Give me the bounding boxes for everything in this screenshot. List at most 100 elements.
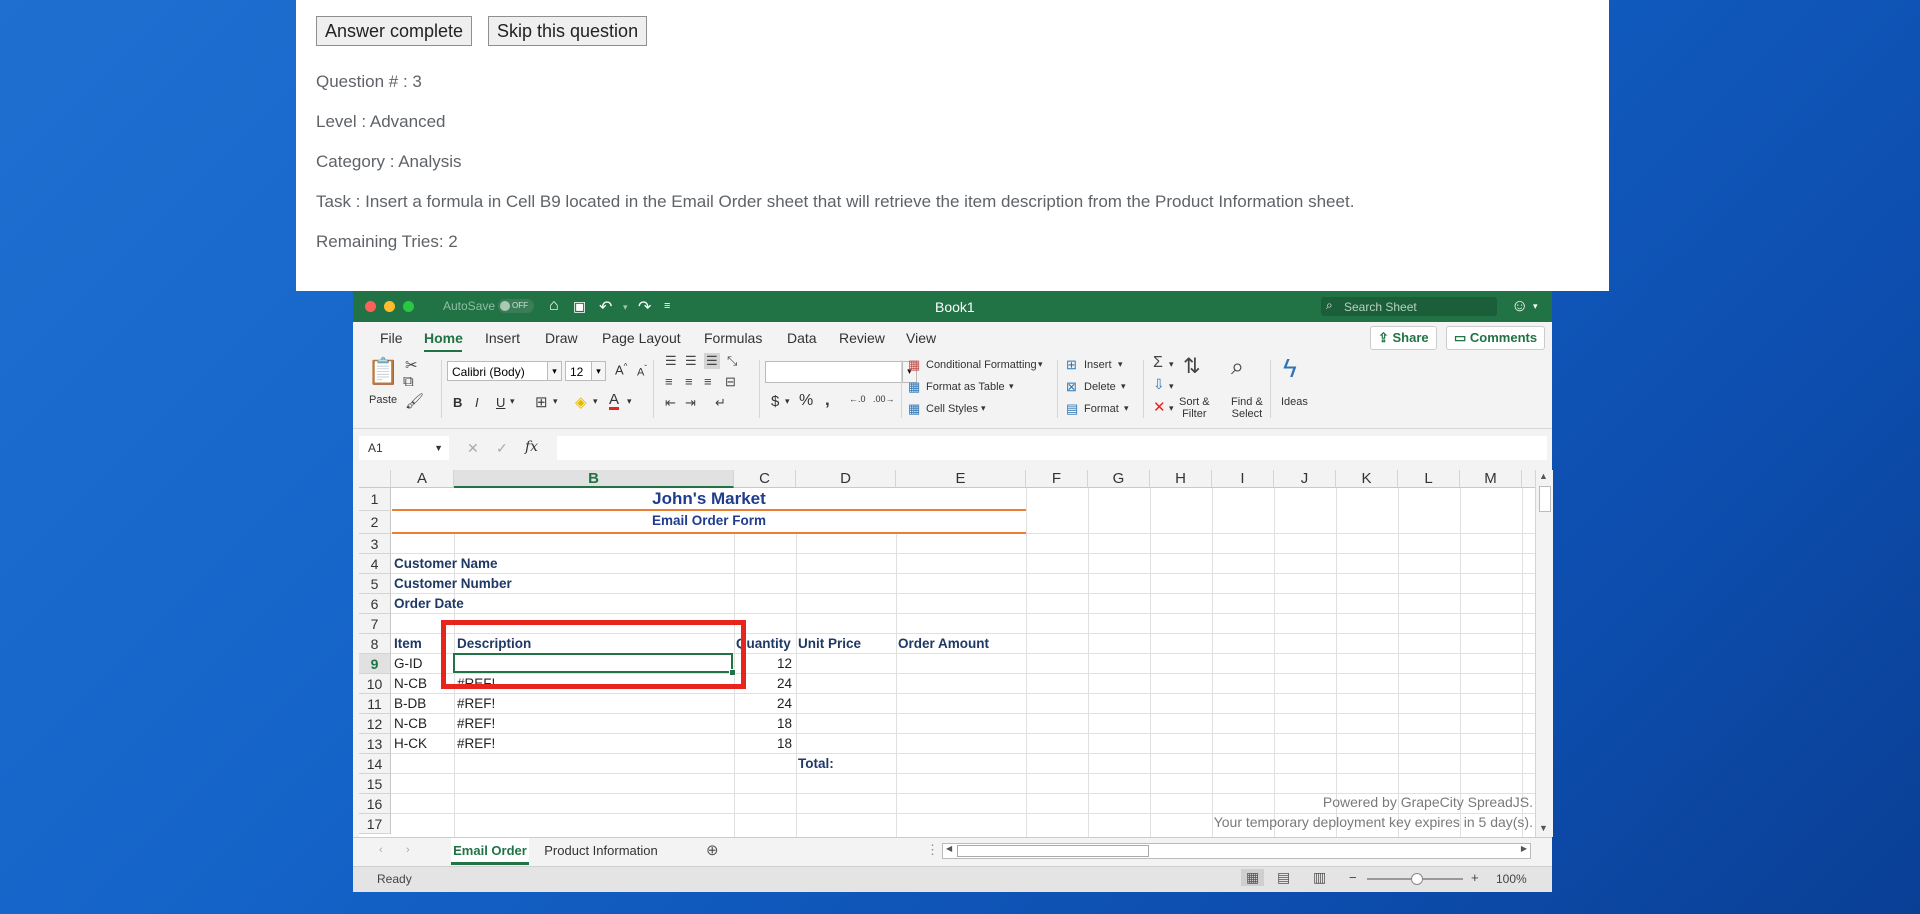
align-top-icon[interactable]: ☰ [665,353,677,369]
italic-button[interactable]: I [475,395,479,410]
borders-dropdown-icon[interactable]: ▾ [553,396,558,407]
column-header-i[interactable]: I [1212,470,1274,488]
row-header-8[interactable]: 8 [359,634,391,654]
select-all-corner[interactable] [359,470,391,488]
column-header-c[interactable]: C [734,470,796,488]
copy-icon[interactable]: ⧉ [403,373,414,390]
share-button[interactable]: ⇪ Share [1370,326,1437,350]
ideas-icon[interactable]: ϟ [1283,353,1297,384]
name-box[interactable]: A1 ▼ [359,436,449,460]
format-cells-icon[interactable]: ▤ [1066,401,1078,417]
cell-styles-icon[interactable]: ▦ [908,401,920,417]
zoom-slider[interactable] [1367,873,1463,885]
decrease-decimal-icon[interactable]: .00→ [873,394,895,404]
column-header-f[interactable]: F [1026,470,1088,488]
chevron-down-icon[interactable]: ▾ [1169,359,1174,370]
cell-c13[interactable]: 18 [736,736,792,751]
cell-styles-button[interactable]: Cell Styles [926,403,978,415]
chevron-down-icon[interactable]: ▾ [1169,381,1174,392]
row-header-10[interactable]: 10 [359,674,391,694]
chevron-down-icon[interactable]: ▾ [1121,381,1126,392]
row-header-11[interactable]: 11 [359,694,391,714]
row-header-14[interactable]: 14 [359,754,391,774]
column-header-l[interactable]: L [1398,470,1460,488]
horizontal-scroll-thumb[interactable] [957,845,1149,857]
number-format-select[interactable]: ▾ [765,361,917,383]
row-header-4[interactable]: 4 [359,554,391,574]
row-header-7[interactable]: 7 [359,614,391,634]
row-header-6[interactable]: 6 [359,594,391,614]
tab-scroll-left-icon[interactable]: ‹ [379,844,383,856]
borders-icon[interactable]: ⊞ [535,393,548,411]
underline-dropdown-icon[interactable]: ▾ [510,396,515,407]
wrap-text-icon[interactable]: ↵ [715,395,726,411]
add-sheet-icon[interactable]: ⊕ [706,841,719,859]
orientation-icon[interactable]: ⤡ [727,353,737,369]
format-painter-icon[interactable]: 🖌 [405,392,424,410]
format-as-table-icon[interactable]: ▦ [908,379,920,395]
row-header-3[interactable]: 3 [359,534,391,554]
align-left-icon[interactable]: ≡ [665,374,673,389]
cell-c12[interactable]: 18 [736,716,792,731]
font-color-icon[interactable]: A [609,392,620,410]
zoom-in-icon[interactable]: + [1471,870,1479,885]
undo-dropdown-icon[interactable]: ▾ [623,302,628,313]
chevron-down-icon[interactable]: ▾ [1169,403,1174,414]
tab-product-information[interactable]: Product Information [533,838,669,862]
close-window-button[interactable] [365,301,376,312]
column-header-j[interactable]: J [1274,470,1336,488]
enter-formula-icon[interactable]: ✓ [496,440,508,457]
align-center-icon[interactable]: ≡ [685,374,693,389]
increase-indent-icon[interactable]: ⇥ [685,395,696,411]
chevron-down-icon[interactable]: ▾ [1038,359,1043,370]
delete-cells-button[interactable]: Delete [1084,381,1116,393]
align-right-icon[interactable]: ≡ [704,374,712,389]
sort-filter-button[interactable]: Sort & Filter [1179,396,1210,420]
font-name-select[interactable]: Calibri (Body) ▾ [447,361,562,381]
column-header-g[interactable]: G [1088,470,1150,488]
row-header-17[interactable]: 17 [359,814,391,834]
cell-a11[interactable]: B-DB [394,696,426,711]
vertical-scroll-thumb[interactable] [1539,486,1551,512]
spreadsheet-grid[interactable]: A B C D E F G H I J K L M 1 2 3 4 5 6 7 [359,470,1541,837]
bold-button[interactable]: B [453,395,462,410]
scroll-left-icon[interactable]: ◀ [946,844,952,853]
comma-button[interactable]: , [825,390,830,410]
tab-scroll-right-icon[interactable]: › [406,844,410,856]
page-layout-view-icon[interactable]: ▤ [1277,869,1290,886]
menu-review[interactable]: Review [839,330,885,346]
column-header-d[interactable]: D [796,470,896,488]
fill-down-icon[interactable]: ⇩ [1153,376,1165,393]
paste-icon[interactable]: 📋 [367,356,399,387]
insert-cells-icon[interactable]: ⊞ [1066,357,1077,373]
menu-page-layout[interactable]: Page Layout [602,330,681,346]
minimize-window-button[interactable] [384,301,395,312]
conditional-formatting-icon[interactable]: ▦ [908,357,920,373]
format-as-table-button[interactable]: Format as Table [926,381,1005,393]
cell-b13[interactable]: #REF! [457,736,495,751]
fill-color-icon[interactable]: ◈ [575,393,587,411]
underline-button[interactable]: U [496,395,505,410]
row-header-9[interactable]: 9 [359,654,391,674]
column-header-k[interactable]: K [1336,470,1398,488]
cell-a12[interactable]: N-CB [394,716,427,731]
cell-b12[interactable]: #REF! [457,716,495,731]
merge-center-icon[interactable]: ⊟ [725,374,736,390]
currency-dropdown-icon[interactable]: ▾ [785,396,790,407]
vertical-scrollbar[interactable]: ▲ ▼ [1535,470,1553,837]
answer-complete-button[interactable]: Answer complete [316,16,473,46]
align-middle-icon[interactable]: ☰ [685,353,697,369]
normal-view-icon[interactable]: ▦ [1241,869,1265,886]
insert-cells-button[interactable]: Insert [1084,359,1112,371]
menu-file[interactable]: File [380,330,403,346]
cut-icon[interactable]: ✂ [405,356,418,374]
cell-a9[interactable]: G-ID [394,656,423,671]
decrease-indent-icon[interactable]: ⇤ [665,395,676,411]
cell-a13[interactable]: H-CK [394,736,427,751]
horizontal-scrollbar[interactable]: ◀ ▶ [942,843,1531,859]
search-sheet-input[interactable]: ⌕ Search Sheet [1321,297,1497,316]
menu-formulas[interactable]: Formulas [704,330,762,346]
chevron-down-icon[interactable]: ▾ [981,403,986,414]
cell-a10[interactable]: N-CB [394,676,427,691]
row-header-1[interactable]: 1 [359,488,391,511]
